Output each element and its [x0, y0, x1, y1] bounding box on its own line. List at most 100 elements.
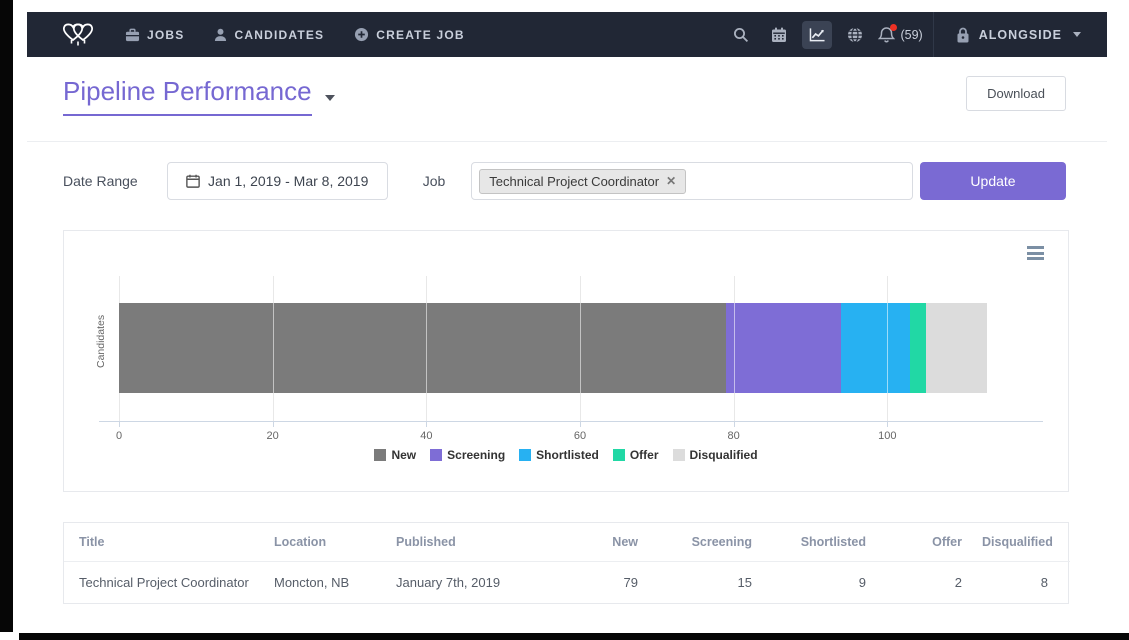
bar-segment-screening[interactable]	[726, 303, 841, 393]
line-chart-icon	[809, 27, 826, 42]
column-header-shortlisted: Shortlisted	[762, 523, 876, 562]
x-tick-label: 60	[560, 430, 600, 442]
notification-count: (59)	[900, 28, 922, 42]
results-table-panel: TitleLocationPublishedNewScreeningShortl…	[63, 522, 1069, 604]
bar-segment-shortlisted[interactable]	[841, 303, 910, 393]
table-row[interactable]: Technical Project CoordinatorMoncton, NB…	[64, 562, 1070, 604]
column-header-published: Published	[386, 523, 544, 562]
date-range-input[interactable]: Jan 1, 2019 - Mar 8, 2019	[167, 162, 388, 200]
column-header-disqualified: Disqualified	[972, 523, 1070, 562]
x-tick-label: 40	[406, 430, 446, 442]
page-title: Pipeline Performance	[63, 76, 312, 116]
legend-item-shortlisted[interactable]: Shortlisted	[519, 448, 599, 462]
title-caret-icon	[325, 95, 335, 101]
column-header-location: Location	[264, 523, 386, 562]
legend-label: Offer	[630, 448, 659, 462]
date-range-label: Date Range	[63, 173, 138, 189]
job-chip: Technical Project Coordinator ✕	[479, 169, 686, 194]
bar-segment-offer[interactable]	[910, 303, 925, 393]
account-menu[interactable]: ALONGSIDE	[933, 12, 1107, 57]
results-table: TitleLocationPublishedNewScreeningShortl…	[64, 523, 1070, 603]
x-tick-mark	[887, 422, 888, 427]
reports-button[interactable]	[802, 21, 832, 49]
legend-item-offer[interactable]: Offer	[613, 448, 659, 462]
column-header-screening: Screening	[648, 523, 762, 562]
x-tick-mark	[273, 422, 274, 427]
remove-job-chip-icon[interactable]: ✕	[666, 175, 676, 187]
x-tick-label: 100	[867, 430, 907, 442]
legend-item-new[interactable]: New	[374, 448, 416, 462]
x-tick-mark	[119, 422, 120, 427]
legend-label: New	[391, 448, 416, 462]
x-tick-mark	[426, 422, 427, 427]
date-range-value: Jan 1, 2019 - Mar 8, 2019	[208, 173, 368, 189]
notifications-button[interactable]: (59)	[878, 26, 922, 44]
app-window: JOBS CANDIDATES CREATE JOB	[0, 0, 1129, 640]
x-tick-mark	[580, 422, 581, 427]
job-select-input[interactable]: Technical Project Coordinator ✕	[471, 162, 913, 200]
legend-swatch-icon	[613, 449, 625, 461]
table-cell: 15	[648, 562, 762, 604]
hearts-logo-icon	[57, 19, 99, 51]
search-button[interactable]	[726, 21, 756, 49]
calendar-button[interactable]	[764, 21, 794, 49]
chart-legend: New Screening Shortlisted Offer Disqualified	[64, 448, 1068, 462]
chart-plot-area: 020406080100	[119, 276, 1041, 421]
legend-swatch-icon	[430, 449, 442, 461]
y-axis-label: Candidates	[95, 322, 107, 368]
gridline-overlay	[887, 303, 888, 393]
gridline-overlay	[426, 303, 427, 393]
search-icon	[733, 27, 749, 43]
table-cell: 9	[762, 562, 876, 604]
x-axis-line	[99, 421, 1043, 422]
table-body: Technical Project CoordinatorMoncton, NB…	[64, 562, 1070, 604]
table-cell: Technical Project Coordinator	[64, 562, 264, 604]
bar-segment-disqualified[interactable]	[926, 303, 987, 393]
x-tick-label: 0	[99, 430, 139, 442]
hamburger-icon	[1027, 246, 1044, 249]
stacked-bar[interactable]	[119, 303, 987, 393]
table-cell: 8	[972, 562, 1070, 604]
table-cell: 2	[876, 562, 972, 604]
job-label: Job	[423, 173, 446, 189]
x-tick-mark	[734, 422, 735, 427]
nav-item-jobs[interactable]: JOBS	[125, 28, 184, 42]
gridline-overlay	[734, 303, 735, 393]
bar-segment-new[interactable]	[119, 303, 726, 393]
lock-icon	[956, 27, 970, 43]
update-button[interactable]: Update	[920, 162, 1066, 200]
calendar-icon	[186, 174, 200, 188]
user-icon	[214, 28, 227, 42]
x-tick-label: 80	[714, 430, 754, 442]
chart-context-menu-button[interactable]	[1027, 246, 1044, 260]
x-tick-label: 20	[253, 430, 293, 442]
globe-button[interactable]	[840, 21, 870, 49]
calendar-icon	[771, 27, 787, 43]
account-label: ALONGSIDE	[979, 28, 1062, 42]
screenshot-frame-left	[0, 0, 13, 632]
chevron-down-icon	[1073, 32, 1081, 37]
job-chip-label: Technical Project Coordinator	[489, 174, 659, 189]
download-button[interactable]: Download	[966, 76, 1066, 111]
nav-item-create-job[interactable]: CREATE JOB	[354, 27, 464, 42]
navbar-actions: (59) ALONGSIDE	[722, 12, 1107, 57]
pipeline-chart-panel: Candidates 020406080100 NewScreeningShor…	[63, 230, 1069, 492]
notification-dot	[890, 24, 897, 31]
legend-swatch-icon	[374, 449, 386, 461]
column-header-offer: Offer	[876, 523, 972, 562]
page-header: Pipeline Performance Download	[63, 76, 1066, 116]
legend-item-screening[interactable]: Screening	[430, 448, 505, 462]
legend-label: Shortlisted	[536, 448, 599, 462]
section-divider	[27, 141, 1107, 142]
legend-item-disqualified[interactable]: Disqualified	[673, 448, 758, 462]
report-selector[interactable]: Pipeline Performance	[63, 76, 335, 116]
column-header-new: New	[544, 523, 648, 562]
table-cell: 79	[544, 562, 648, 604]
alongside-logo[interactable]	[57, 19, 99, 51]
nav-item-candidates[interactable]: CANDIDATES	[214, 28, 324, 42]
main-menu: JOBS CANDIDATES CREATE JOB	[125, 27, 465, 42]
column-header-title: Title	[64, 523, 264, 562]
briefcase-icon	[125, 28, 140, 42]
legend-swatch-icon	[673, 449, 685, 461]
gridline-overlay	[580, 303, 581, 393]
